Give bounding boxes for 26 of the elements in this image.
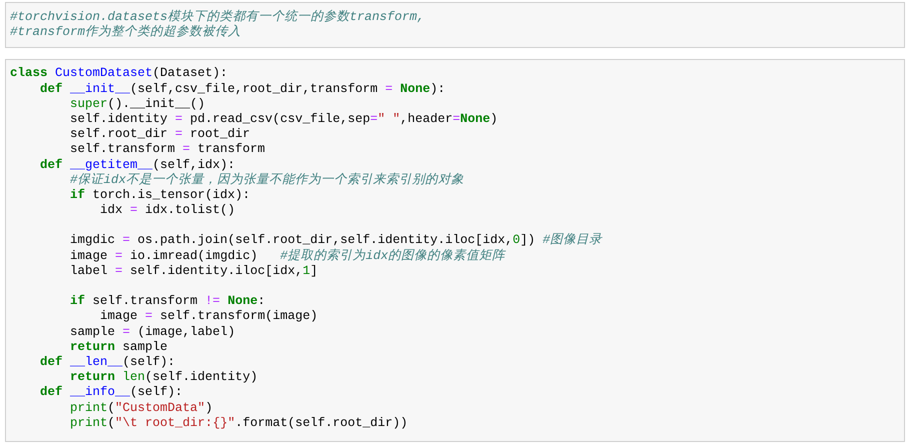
code-line: print("\t root_dir:{}".format(self.root_dir)) — [69, 416, 409, 431]
code-line: sample = (image,label) — [69, 324, 236, 340]
code-line: class CustomDataset(Dataset): — [10, 66, 229, 82]
code-line: #保证idx不是一个张量，因为张量不能作为一个索引来索引别的对象 — [69, 172, 466, 188]
code-line: print("CustomData") — [69, 400, 214, 416]
code-line: #transform作为整个类的超参数被传入 — [10, 25, 242, 40]
code-line: super().__init__() — [69, 96, 206, 112]
code-line: return sample — [69, 340, 169, 355]
code-line: if self.transform != None: — [69, 294, 266, 310]
code-line: #torchvision.datasets模块下的类都有一个统一的参数transform, — [10, 10, 426, 24]
code-line: if torch.is_tensor(idx): — [69, 188, 252, 204]
code-line: def __init__(self,csv_file,root_dir,transform = None): — [39, 82, 446, 97]
code-line: def __len__(self): — [39, 354, 176, 370]
code-line: label = self.identity.iloc[idx,1] — [69, 264, 319, 279]
code-line: return len(self.identity) — [69, 370, 259, 386]
code-line: self.root_dir = root_dir — [69, 127, 252, 142]
code-line: self.transform = transform — [69, 142, 266, 158]
code-cell[interactable]: #torchvision.datasets模块下的类都有一个统一的参数transform, #transform作为整个类的超参数被传入 — [5, 2, 905, 48]
code-line: image = self.transform(image) — [99, 309, 319, 325]
code-line: idx = idx.tolist() — [99, 203, 236, 218]
code-cell[interactable] — [5, 59, 905, 442]
code-line: image = io.imread(imgdic) #提取的索引为idx的图像的像素值矩阵 — [69, 248, 507, 264]
code-line: def __info__(self): — [39, 385, 184, 400]
code-line: def __getitem__(self,idx): — [39, 158, 236, 172]
code-line: imgdic = os.path.join(self.root_dir,self.identity.iloc[idx,0]) #图像目录 — [69, 233, 604, 248]
code-line: self.identity = pd.read_csv(csv_file,sep=" ",header=None) — [69, 112, 499, 128]
